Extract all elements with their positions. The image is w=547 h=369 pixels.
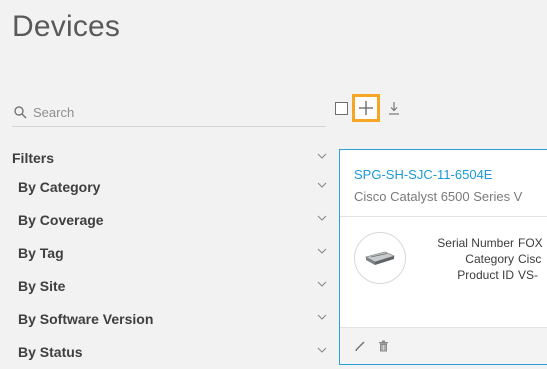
select-all-checkbox[interactable]: [335, 101, 348, 115]
delete-button[interactable]: [378, 340, 389, 352]
device-image: [354, 232, 406, 284]
search-bar: [12, 98, 326, 127]
spec-value: VS-: [518, 268, 539, 282]
spec-key: Serial Number: [437, 236, 514, 250]
page-title: Devices: [12, 10, 121, 43]
filter-label: By Software Version: [18, 310, 154, 327]
card-divider: [340, 216, 547, 217]
spec-row: Serial Number FOX: [420, 235, 543, 251]
device-specs: Serial Number FOX Category Cisc Product …: [420, 235, 543, 283]
device-hardware-icon: [364, 251, 396, 265]
spec-value: Cisc: [518, 252, 542, 266]
device-toolbar: [335, 91, 401, 125]
spec-row: Category Cisc: [420, 251, 543, 267]
chevron-down-icon: [317, 248, 327, 254]
card-footer: [340, 327, 547, 364]
chevron-down-icon: [317, 281, 327, 287]
plus-icon: [359, 101, 373, 115]
edit-button[interactable]: [354, 340, 366, 352]
filters-header[interactable]: Filters: [0, 146, 330, 170]
filter-label: By Category: [18, 178, 101, 195]
filters-header-label: Filters: [12, 150, 55, 166]
add-device-button[interactable]: [352, 94, 380, 122]
spec-key: Product ID: [457, 268, 514, 282]
chevron-down-icon: [317, 153, 327, 159]
filter-by-tag[interactable]: By Tag: [0, 236, 330, 269]
search-input[interactable]: [33, 104, 313, 120]
filters-panel: Filters By Category By Coverage By Tag B…: [0, 146, 330, 368]
filter-label: By Coverage: [18, 211, 104, 228]
chevron-down-icon: [317, 347, 327, 353]
filter-label: By Site: [18, 277, 66, 294]
filter-label: By Status: [18, 343, 83, 360]
chevron-down-icon: [317, 314, 327, 320]
filter-by-status[interactable]: By Status: [0, 335, 330, 368]
spec-row: Product ID VS-: [420, 267, 543, 283]
spec-value: FOX: [518, 236, 543, 250]
download-icon: [389, 102, 399, 115]
chevron-down-icon: [317, 182, 327, 188]
device-card[interactable]: SPG-SH-SJC-11-6504E Cisco Catalyst 6500 …: [339, 149, 547, 365]
filter-by-category[interactable]: By Category: [0, 170, 330, 203]
filter-by-site[interactable]: By Site: [0, 269, 330, 302]
edit-icon: [355, 341, 365, 351]
spec-key: Category: [465, 252, 514, 266]
device-name-link[interactable]: SPG-SH-SJC-11-6504E: [354, 167, 492, 182]
trash-icon: [379, 340, 388, 352]
search-icon: [14, 105, 27, 119]
filter-label: By Tag: [18, 244, 64, 261]
chevron-down-icon: [317, 215, 327, 221]
filter-by-coverage[interactable]: By Coverage: [0, 203, 330, 236]
device-model: Cisco Catalyst 6500 Series V: [354, 189, 523, 204]
filter-by-software-version[interactable]: By Software Version: [0, 302, 330, 335]
download-button[interactable]: [387, 99, 401, 117]
